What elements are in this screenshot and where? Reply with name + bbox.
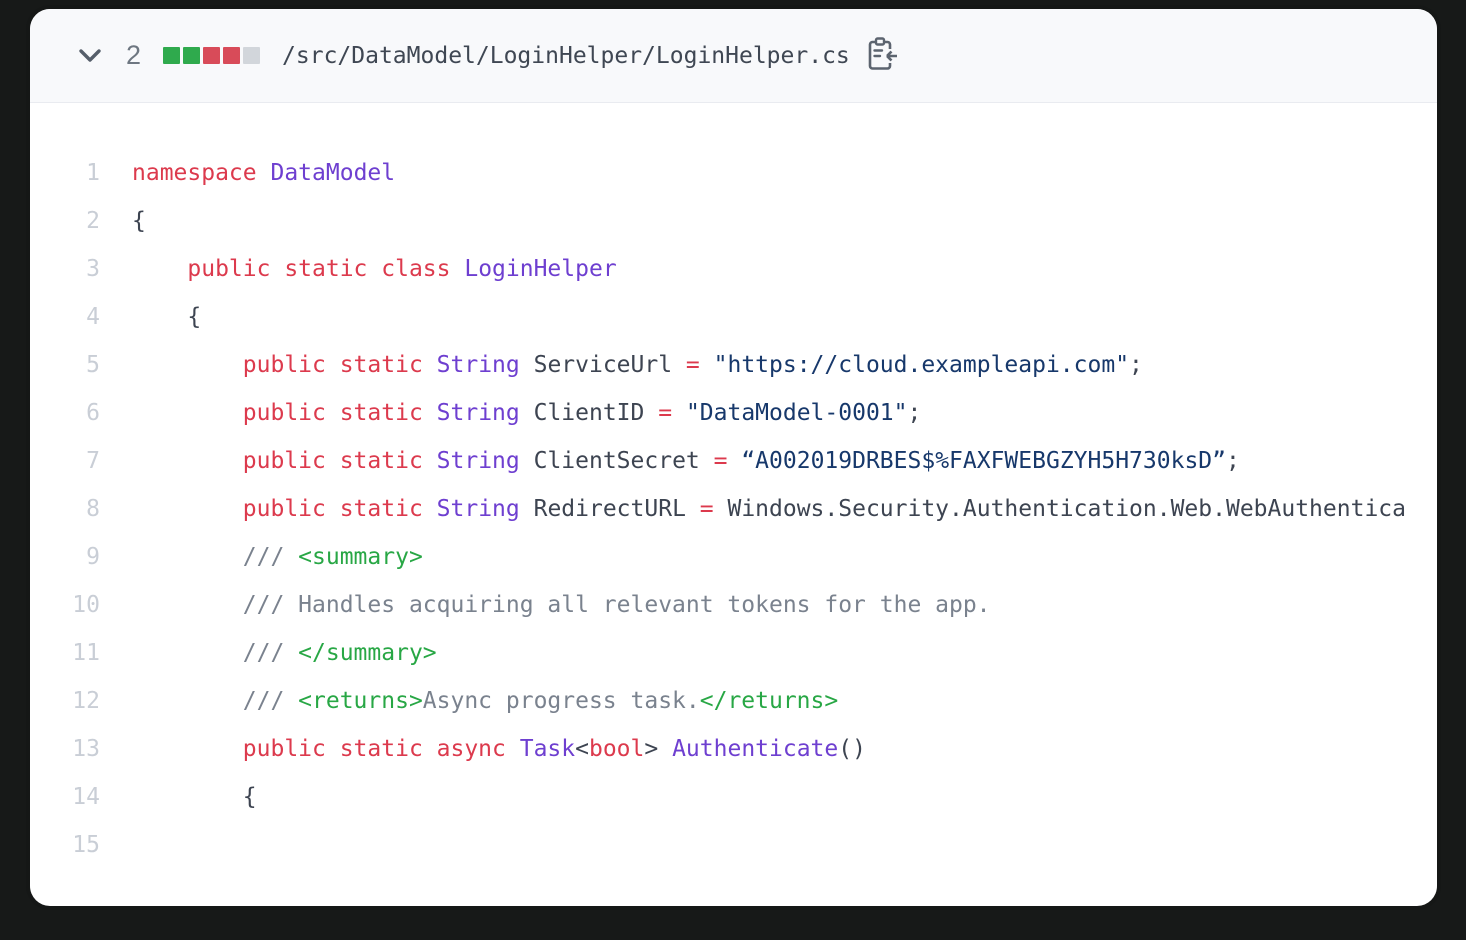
code-line: 14 { bbox=[30, 773, 1437, 821]
line-number: 7 bbox=[30, 437, 100, 485]
line-content bbox=[132, 821, 1437, 869]
line-content: /// </summary> bbox=[132, 629, 1437, 677]
line-content: public static String ClientID = "DataMod… bbox=[132, 389, 1437, 437]
line-number: 13 bbox=[30, 725, 100, 773]
line-content: public static async Task<bool> Authentic… bbox=[132, 725, 1437, 773]
code-line: 7 public static String ClientSecret = “A… bbox=[30, 437, 1437, 485]
code-line: 6 public static String ClientID = "DataM… bbox=[30, 389, 1437, 437]
file-path: /src/DataModel/LoginHelper/LoginHelper.c… bbox=[282, 43, 850, 69]
code-area: 1namespace DataModel2{3 public static cl… bbox=[30, 103, 1437, 869]
code-line: 2{ bbox=[30, 197, 1437, 245]
code-line: 11 /// </summary> bbox=[30, 629, 1437, 677]
line-content: namespace DataModel bbox=[132, 149, 1437, 197]
line-content: /// <summary> bbox=[132, 533, 1437, 581]
line-number: 5 bbox=[30, 341, 100, 389]
file-header[interactable]: 2 /src/DataModel/LoginHelper/LoginHelper… bbox=[30, 9, 1437, 103]
line-content: /// <returns>Async progress task.</retur… bbox=[132, 677, 1437, 725]
line-content: { bbox=[132, 773, 1437, 821]
line-number: 15 bbox=[30, 821, 100, 869]
line-number: 4 bbox=[30, 293, 100, 341]
code-line: 8 public static String RedirectURL = Win… bbox=[30, 485, 1437, 533]
comment-count: 2 bbox=[126, 40, 141, 71]
line-number: 11 bbox=[30, 629, 100, 677]
line-content: public static String ServiceUrl = "https… bbox=[132, 341, 1437, 389]
line-content: public static String ClientSecret = “A00… bbox=[132, 437, 1437, 485]
clipboard-copy-icon bbox=[868, 37, 898, 74]
line-content: /// Handles acquiring all relevant token… bbox=[132, 581, 1437, 629]
diffstat-block bbox=[203, 47, 220, 64]
line-content: public static String RedirectURL = Windo… bbox=[132, 485, 1437, 533]
diffstat bbox=[163, 47, 260, 64]
line-number: 1 bbox=[30, 149, 100, 197]
code-line: 13 public static async Task<bool> Authen… bbox=[30, 725, 1437, 773]
code-line: 5 public static String ServiceUrl = "htt… bbox=[30, 341, 1437, 389]
code-line: 4 { bbox=[30, 293, 1437, 341]
line-content: { bbox=[132, 197, 1437, 245]
file-panel-card: 2 /src/DataModel/LoginHelper/LoginHelper… bbox=[30, 9, 1437, 906]
diffstat-block bbox=[163, 47, 180, 64]
clipboard-copy-button[interactable] bbox=[866, 38, 900, 74]
code-line: 1 namespace DataModel bbox=[30, 149, 1437, 197]
line-number: 6 bbox=[30, 389, 100, 437]
chevron-down-icon[interactable] bbox=[78, 48, 102, 64]
line-content: { bbox=[132, 293, 1437, 341]
line-number: 2 bbox=[30, 197, 100, 245]
line-number: 12 bbox=[30, 677, 100, 725]
code-line: 3 public static class LoginHelper bbox=[30, 245, 1437, 293]
line-content: public static class LoginHelper bbox=[132, 245, 1437, 293]
line-number: 10 bbox=[30, 581, 100, 629]
line-number: 3 bbox=[30, 245, 100, 293]
diffstat-block bbox=[183, 47, 200, 64]
line-number: 14 bbox=[30, 773, 100, 821]
code-line: 10 /// Handles acquiring all relevant to… bbox=[30, 581, 1437, 629]
line-number: 8 bbox=[30, 485, 100, 533]
code-line: 15 bbox=[30, 821, 1437, 869]
diffstat-block bbox=[243, 47, 260, 64]
code-lines: 1namespace DataModel2{3 public static cl… bbox=[30, 149, 1437, 869]
line-number: 9 bbox=[30, 533, 100, 581]
diffstat-block bbox=[223, 47, 240, 64]
code-line: 9 /// <summary> bbox=[30, 533, 1437, 581]
code-line: 12 /// <returns>Async progress task.</re… bbox=[30, 677, 1437, 725]
